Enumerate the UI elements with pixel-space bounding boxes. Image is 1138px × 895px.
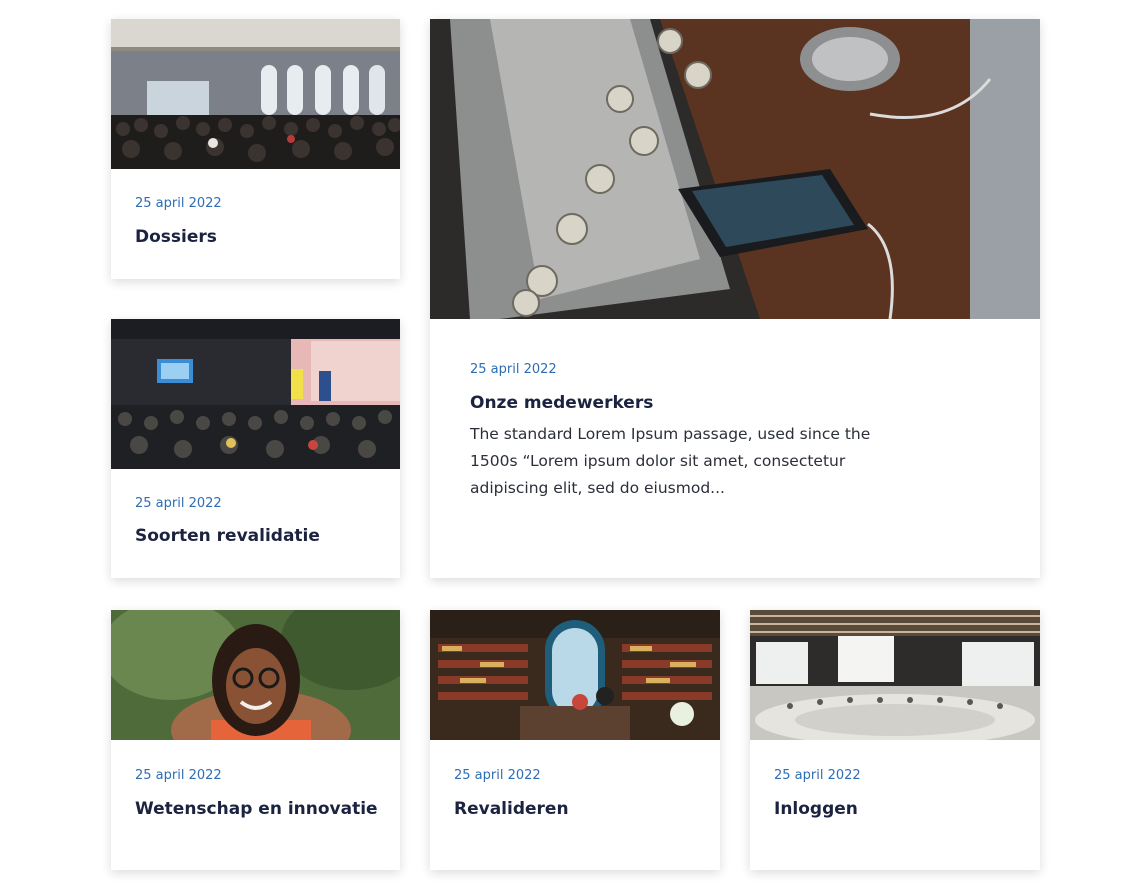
post-excerpt: The standard Lorem Ipsum passage, used s… bbox=[470, 425, 871, 497]
radio-and-phone-photo[interactable] bbox=[430, 19, 1040, 319]
post-title[interactable]: Onze medewerkers bbox=[470, 393, 653, 413]
smiling-woman-photo[interactable] bbox=[111, 610, 400, 740]
post-date: 25 april 2022 bbox=[135, 496, 222, 511]
conference-hall-photo[interactable] bbox=[111, 19, 400, 169]
post-title[interactable]: Soorten revalidatie bbox=[135, 526, 320, 546]
post-date: 25 april 2022 bbox=[454, 768, 541, 783]
event-stage-photo[interactable] bbox=[111, 319, 400, 469]
post-title[interactable]: Dossiers bbox=[135, 227, 217, 247]
post-title[interactable]: Wetenschap en innovatie bbox=[135, 799, 378, 819]
post-date: 25 april 2022 bbox=[470, 362, 557, 377]
post-date: 25 april 2022 bbox=[774, 768, 861, 783]
post-title[interactable]: Inloggen bbox=[774, 799, 858, 819]
post-date: 25 april 2022 bbox=[135, 196, 222, 211]
post-card-revalideren[interactable]: 25 april 2022 Revalideren bbox=[430, 610, 720, 870]
post-card-wetenschap-en-innovatie[interactable]: 25 april 2022 Wetenschap en innovatie bbox=[111, 610, 400, 870]
post-card-soorten-revalidatie[interactable]: 25 april 2022 Soorten revalidatie bbox=[111, 319, 400, 578]
auditorium-photo[interactable] bbox=[750, 610, 1040, 740]
post-card-onze-medewerkers[interactable]: 25 april 2022 Onze medewerkers The stand… bbox=[430, 19, 1040, 578]
post-card-dossiers[interactable]: 25 april 2022 Dossiers bbox=[111, 19, 400, 279]
bookstore-photo[interactable] bbox=[430, 610, 720, 740]
post-title[interactable]: Revalideren bbox=[454, 799, 569, 819]
post-card-inloggen[interactable]: 25 april 2022 Inloggen bbox=[750, 610, 1040, 870]
post-date: 25 april 2022 bbox=[135, 768, 222, 783]
